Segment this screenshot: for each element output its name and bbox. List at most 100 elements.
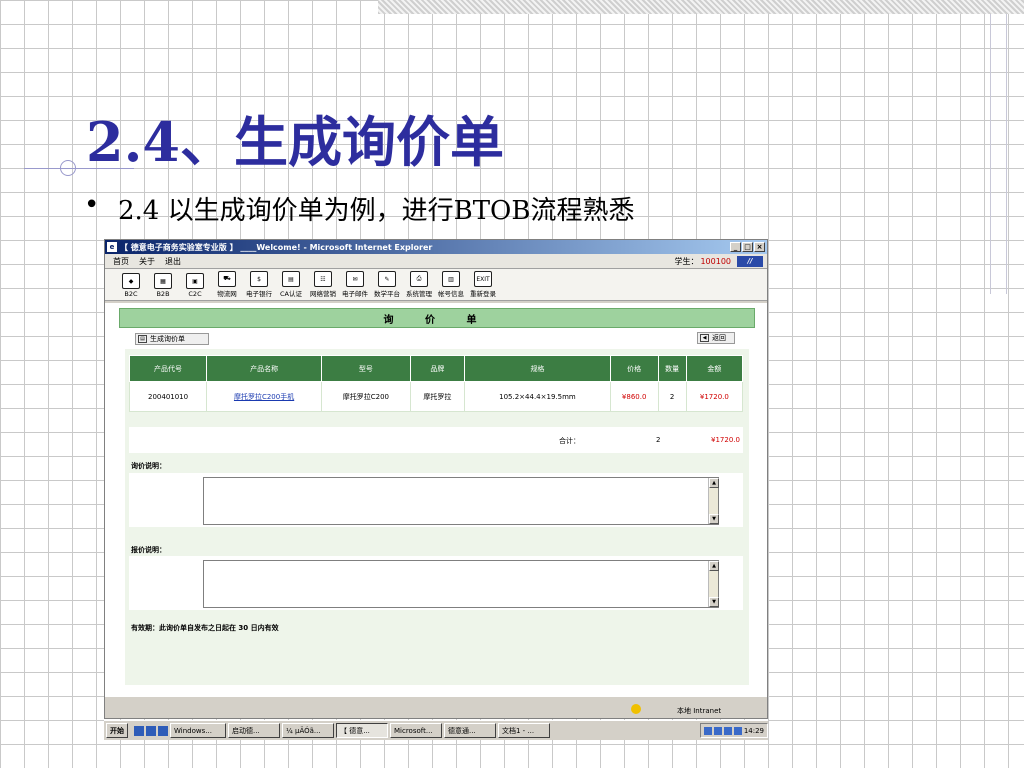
document-icon: ▤ — [138, 335, 147, 343]
page-header: 询 价 单 — [119, 308, 755, 328]
cell-amount: ¥1720.0 — [685, 381, 744, 412]
inquiry-note-textarea[interactable]: ▲ ▼ — [203, 477, 719, 525]
col-brand: 品牌 — [409, 355, 466, 382]
clock: 14:29 — [743, 726, 764, 735]
product-table: 产品代号 产品名称 型号 品牌 规格 价格 数量 金额 200401010 摩托… — [128, 355, 744, 412]
security-icon — [631, 704, 641, 714]
cell-quantity: 2 — [657, 381, 687, 412]
module-toolbar: ◆ B2C ▦ B2B ▣ C2C ⛟ 物流网 $ 电子银行 ▤ CA认证 ☷ 网络营销 ✉ 电… — [105, 269, 767, 301]
task-start-deyi[interactable]: 启动德... — [228, 723, 280, 738]
b2b-icon: ▦ — [154, 273, 172, 289]
quote-note-area: ▲ ▼ — [129, 556, 743, 610]
task-3[interactable]: ¼ µÄÓã... — [282, 723, 334, 738]
scroll-up-icon[interactable]: ▲ — [709, 561, 719, 571]
tool-account[interactable]: ▥ 帐号信息 — [437, 271, 465, 298]
cell-price: ¥860.0 — [609, 381, 659, 412]
student-label: 学生： — [674, 256, 699, 266]
cell-model: 摩托罗拉C200 — [321, 381, 411, 412]
inquiry-panel: 产品代号 产品名称 型号 品牌 规格 价格 数量 金额 200401010 摩托… — [125, 349, 749, 685]
generate-inquiry-button[interactable]: ▤ 生成询价单 — [135, 333, 209, 345]
tool-c2c[interactable]: ▣ C2C — [181, 273, 209, 298]
back-icon: ◀ — [700, 334, 709, 342]
browser-statusbar: 本地 Intranet — [105, 696, 767, 718]
table-header-row: 产品代号 产品名称 型号 品牌 规格 价格 数量 金额 — [128, 355, 744, 382]
tool-marketing[interactable]: ☷ 网络营销 — [309, 271, 337, 298]
col-product-code: 产品代号 — [128, 355, 208, 382]
menu-about[interactable]: 关于 — [139, 256, 155, 267]
window-title: 【 德意电子商务实验室专业版 】 ____Welcome! - Microsof… — [120, 242, 433, 252]
task-microsoft[interactable]: Microsoft... — [390, 723, 442, 738]
table-row: 200401010 摩托罗拉C200手机 摩托罗拉C200 摩托罗拉 105.2… — [128, 381, 744, 412]
scrollbar[interactable]: ▲ ▼ — [708, 478, 719, 524]
generate-inquiry-label: 生成询价单 — [150, 335, 185, 343]
slide-top-pattern — [378, 0, 1024, 14]
task-doc1[interactable]: 文档1 - ... — [498, 723, 550, 738]
tray-icon[interactable] — [723, 726, 732, 735]
ie-quicklaunch-icon[interactable] — [134, 725, 144, 736]
close-button[interactable]: × — [754, 242, 765, 252]
page-content: 询 价 单 ▤ 生成询价单 ◀ 返回 产品代号 产品名称 型号 品牌 规格 价格 — [105, 303, 767, 696]
exit-icon: EXIT — [474, 271, 492, 287]
back-button[interactable]: ◀ 返回 — [697, 332, 735, 344]
back-label: 返回 — [712, 334, 726, 342]
scrollbar[interactable]: ▲ ▼ — [708, 561, 719, 607]
cell-brand: 摩托罗拉 — [409, 381, 466, 412]
start-button[interactable]: 开始 — [106, 723, 128, 738]
maximize-button[interactable]: □ — [742, 242, 753, 252]
product-name-link[interactable]: 摩托罗拉C200手机 — [206, 381, 323, 412]
window-titlebar[interactable]: e 【 德意电子商务实验室专业版 】 ____Welcome! - Micros… — [105, 240, 767, 254]
tool-platform[interactable]: ✎ 数学平台 — [373, 271, 401, 298]
bullet-text: 2.4 以生成询价单为例，进行BTOB流程熟悉 — [118, 196, 635, 226]
total-row: 合计： 2 ¥1720.0 — [129, 427, 743, 453]
scroll-down-icon[interactable]: ▼ — [709, 514, 719, 524]
inquiry-note-label: 询价说明： — [131, 462, 166, 470]
col-spec: 规格 — [464, 355, 611, 382]
c2c-icon: ▣ — [186, 273, 204, 289]
total-amount: ¥1720.0 — [711, 436, 740, 444]
tray-icon[interactable] — [703, 726, 712, 735]
tools-icon: ✎ — [378, 271, 396, 287]
task-deyi-ie[interactable]: 【 德意... — [336, 723, 388, 738]
tool-relogin[interactable]: EXIT 重新登录 — [469, 271, 497, 298]
col-price: 价格 — [609, 355, 659, 382]
slide-decor-circle — [60, 160, 76, 176]
quote-note-textarea[interactable]: ▲ ▼ — [203, 560, 719, 608]
quote-note-label: 报价说明： — [131, 546, 166, 554]
desktop-quicklaunch-icon[interactable] — [146, 725, 156, 736]
col-product-name: 产品名称 — [206, 355, 323, 382]
slide-decor-line — [990, 14, 991, 294]
site-menubar: 首页 关于 退出 学生： 100100 // — [105, 254, 767, 269]
tool-ca[interactable]: ▤ CA认证 — [277, 271, 305, 298]
validity-note: 有效期：此询价单自发布之日起在 30 日内有效 — [131, 624, 279, 632]
tray-icon[interactable] — [713, 726, 722, 735]
media-quicklaunch-icon[interactable] — [158, 725, 168, 736]
tool-bank[interactable]: $ 电子银行 — [245, 271, 273, 298]
slide-decor-line — [1006, 14, 1007, 294]
tool-system[interactable]: ⎙ 系统管理 — [405, 271, 433, 298]
total-label: 合计： — [559, 437, 580, 445]
tool-b2b[interactable]: ▦ B2B — [149, 273, 177, 298]
scroll-down-icon[interactable]: ▼ — [709, 597, 719, 607]
tool-b2c[interactable]: ◆ B2C — [117, 273, 145, 298]
tray-icon[interactable] — [733, 726, 742, 735]
mail-icon: ✉ — [346, 271, 364, 287]
task-windows[interactable]: Windows... — [170, 723, 226, 738]
zone-text: 本地 Intranet — [677, 707, 722, 715]
system-tray: 14:29 — [699, 723, 768, 738]
site-logo-icon: // — [737, 255, 763, 267]
cell-spec: 105.2×44.4×19.5mm — [464, 381, 611, 412]
student-id: 100100 — [700, 256, 731, 266]
account-icon: ▥ — [442, 271, 460, 287]
cell-product-code: 200401010 — [128, 381, 208, 412]
tool-logistics[interactable]: ⛟ 物流网 — [213, 271, 241, 298]
inquiry-note-area: ▲ ▼ — [129, 473, 743, 527]
bank-icon: $ — [250, 271, 268, 287]
tool-mail[interactable]: ✉ 电子邮件 — [341, 271, 369, 298]
browser-window: e 【 德意电子商务实验室专业版 】 ____Welcome! - Micros… — [104, 239, 768, 719]
menu-logout[interactable]: 退出 — [165, 256, 181, 267]
minimize-button[interactable]: _ — [730, 242, 741, 252]
task-deyi-tong[interactable]: 德意通... — [444, 723, 496, 738]
scroll-up-icon[interactable]: ▲ — [709, 478, 719, 488]
menu-home[interactable]: 首页 — [113, 256, 129, 267]
ie-icon: e — [107, 242, 117, 252]
